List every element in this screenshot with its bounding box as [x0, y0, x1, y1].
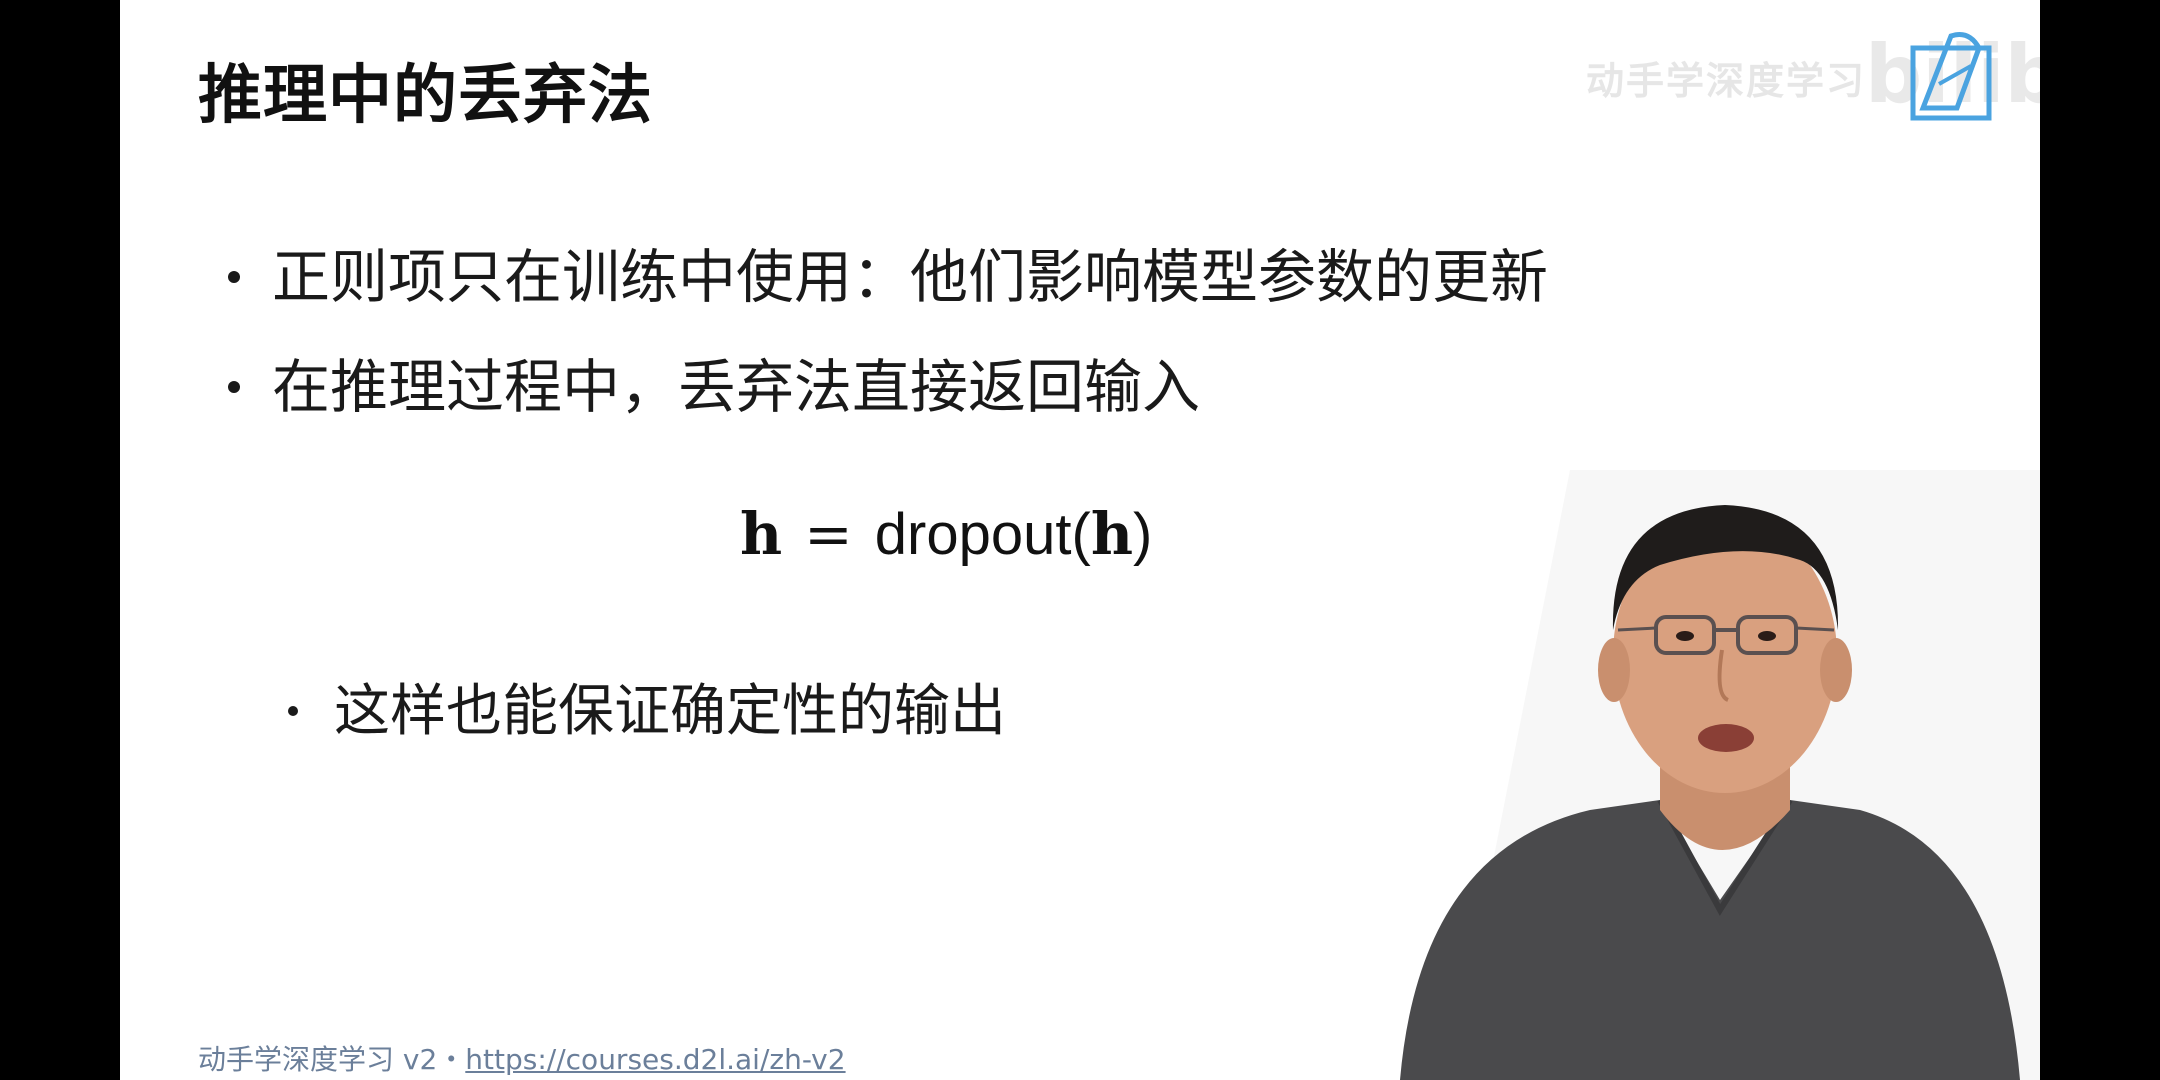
bullet-dot-icon [228, 270, 240, 283]
formula-function: dropout( [874, 502, 1091, 567]
bullet-inference: 在推理过程中，丢弃法直接返回输入 [228, 340, 1200, 424]
video-player[interactable]: 推理中的丢弃法 动手学深度学习 bilibili 正则项只在训练中使用：他们影响… [0, 0, 2160, 1080]
course-footer: 动手学深度学习 v2・https://courses.d2l.ai/zh-v2 [198, 1038, 846, 1078]
bullet-dot-icon [288, 705, 298, 716]
bullet-dot-icon [228, 380, 240, 393]
d2l-logo-icon [1910, 32, 1992, 121]
sub-bullet-text: 这样也能保证确定性的输出 [334, 679, 1006, 744]
bullet-text: 在推理过程中，丢弃法直接返回输入 [272, 353, 1201, 421]
slide-title: 推理中的丢弃法 [198, 59, 653, 133]
channel-watermark: 动手学深度学习 [1586, 59, 1867, 103]
lecture-slide: 推理中的丢弃法 动手学深度学习 bilibili 正则项只在训练中使用：他们影响… [120, 0, 2040, 1080]
formula-equals: = [804, 500, 853, 568]
formula-close-paren: ) [1132, 502, 1153, 567]
presenter-video [1400, 505, 2020, 1080]
bullet-text: 正则项只在训练中使用：他们影响模型参数的更新 [272, 243, 1549, 311]
sub-bullet-deterministic: 这样也能保证确定性的输出 [288, 666, 1006, 747]
footer-course-link[interactable]: https://courses.d2l.ai/zh-v2 [465, 1043, 845, 1076]
dropout-formula: h = dropout(h) [740, 500, 1152, 568]
formula-lhs: h [740, 500, 783, 568]
bullet-regularization: 正则项只在训练中使用：他们影响模型参数的更新 [228, 230, 1548, 314]
formula-argument: h [1090, 500, 1133, 568]
footer-course-name: 动手学深度学习 v2・ [198, 1043, 466, 1076]
